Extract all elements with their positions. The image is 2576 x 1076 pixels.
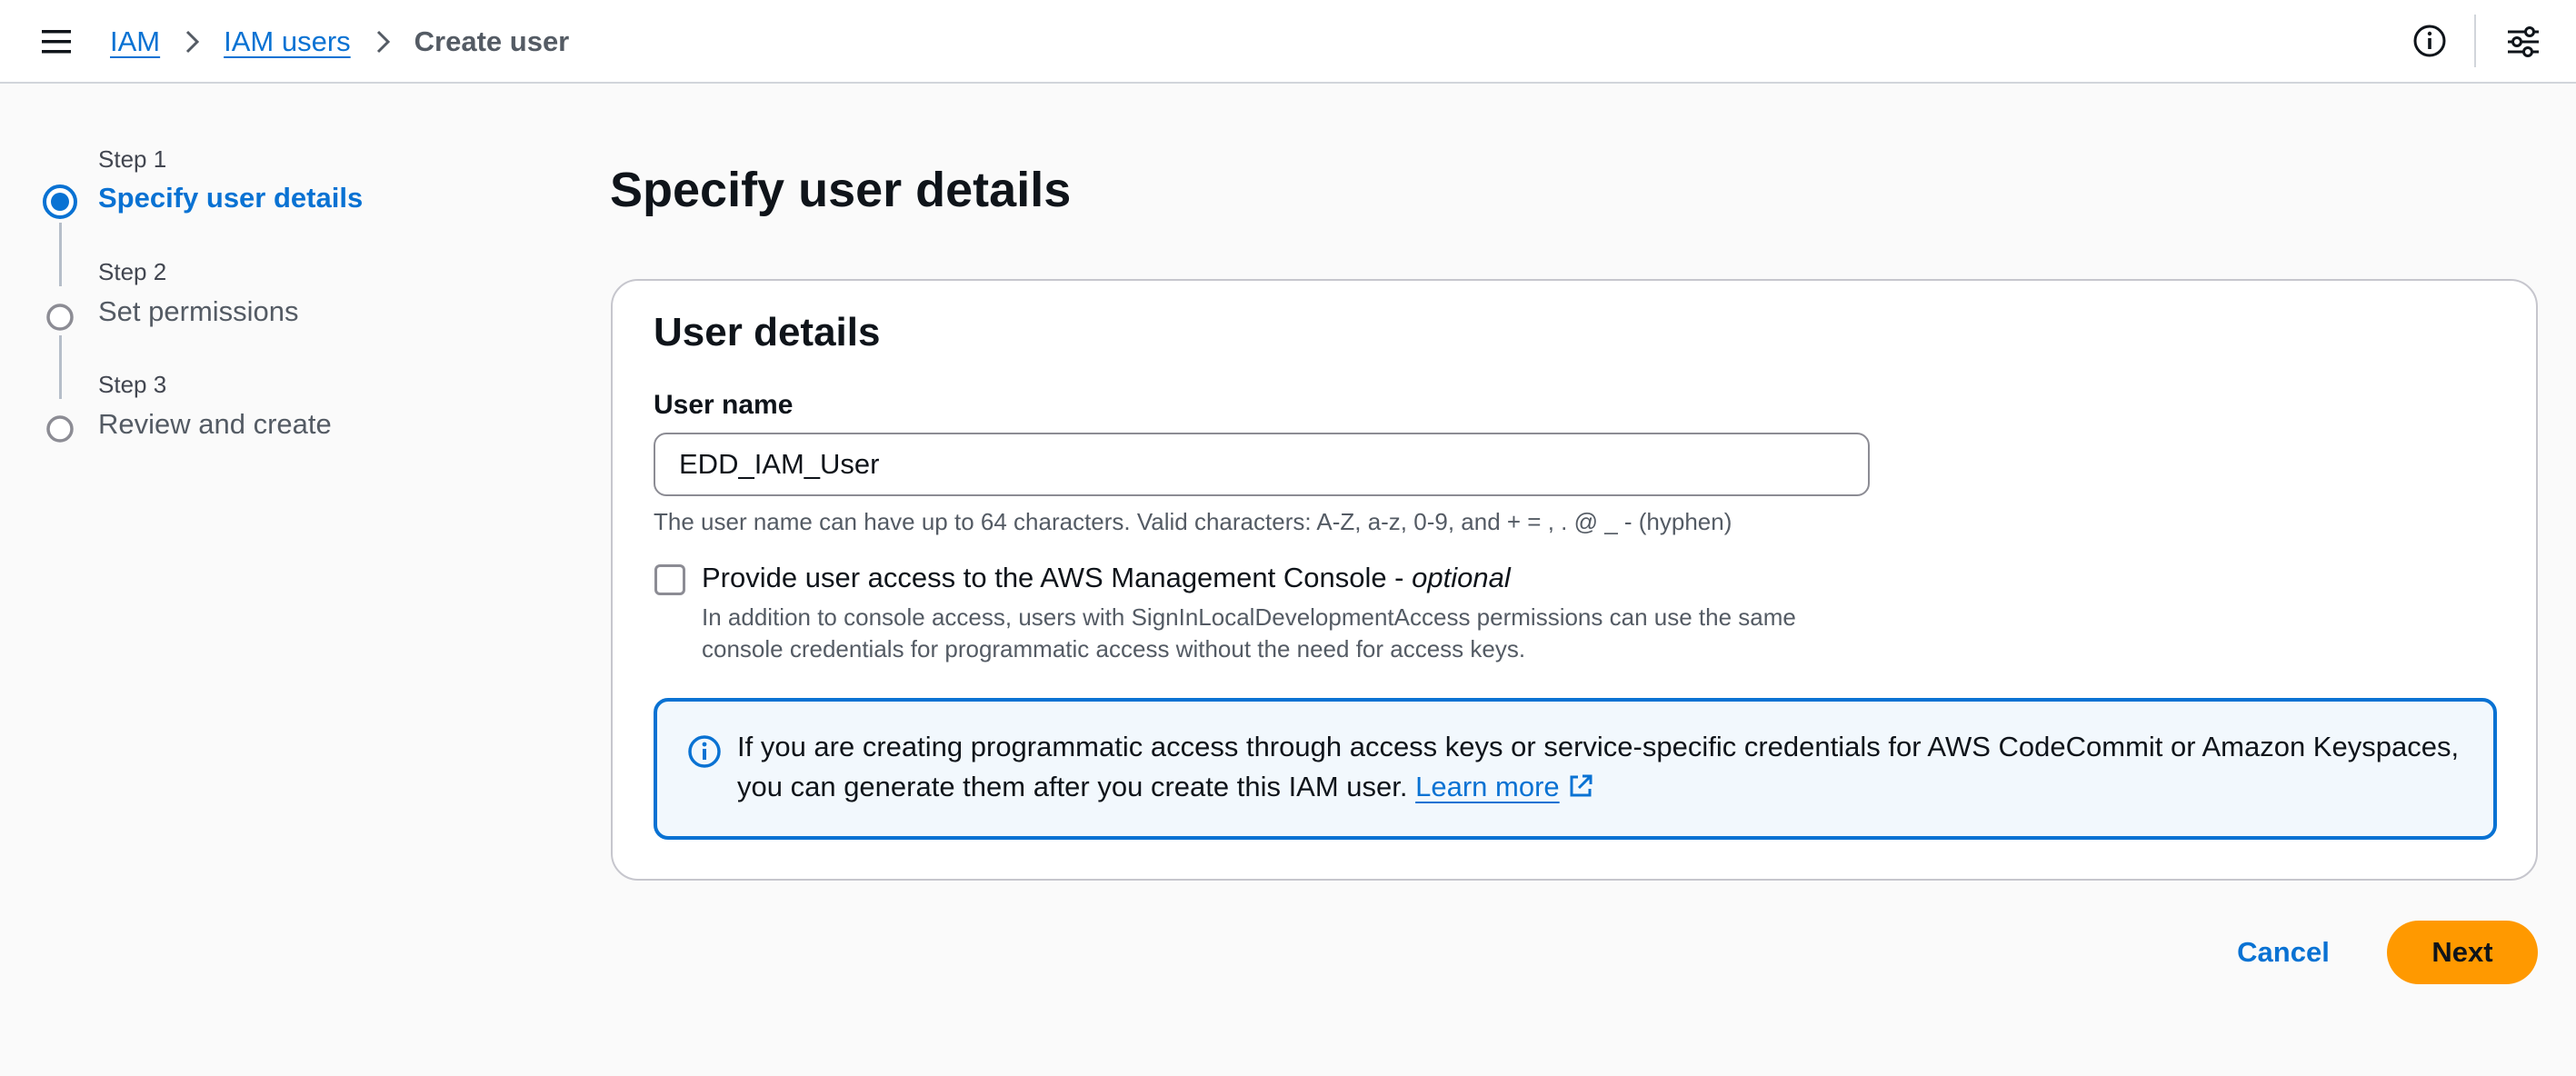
top-bar: IAM IAM users Create user (0, 0, 2576, 84)
learn-more-link[interactable]: Learn more (1415, 771, 1560, 802)
user-details-card: User details User name The user name can… (611, 279, 2538, 881)
step-2-title: Set permissions (98, 295, 299, 327)
step-connector (59, 223, 62, 286)
username-input[interactable] (654, 433, 1870, 496)
chevron-right-icon (351, 26, 414, 57)
step-1-number: Step 1 (98, 145, 167, 173)
step-pending-indicator-icon (42, 299, 78, 335)
username-constraint-hint: The user name can have up to 64 characte… (654, 508, 1732, 535)
step-3-number: Step 3 (98, 371, 167, 398)
cancel-button[interactable]: Cancel (2218, 921, 2349, 984)
header-divider (2474, 15, 2476, 67)
split-panel-settings-icon[interactable] (2505, 24, 2541, 60)
step-2-number: Step 2 (98, 258, 167, 285)
step-3-title: Review and create (98, 408, 332, 440)
external-link-icon[interactable] (1567, 771, 1594, 798)
breadcrumb-iam[interactable]: IAM (110, 25, 160, 58)
step-pending-indicator-icon (42, 411, 78, 447)
info-icon[interactable] (2412, 24, 2447, 58)
info-alert: If you are creating programmatic access … (654, 698, 2497, 840)
optional-tag: optional (1412, 562, 1511, 593)
breadcrumb-create-user: Create user (414, 25, 570, 57)
breadcrumb: IAM IAM users Create user (110, 0, 569, 84)
breadcrumb-iam-users[interactable]: IAM users (224, 25, 351, 58)
chevron-right-icon (160, 26, 224, 57)
step-1-title[interactable]: Specify user details (98, 182, 363, 214)
step-connector (59, 335, 62, 399)
hamburger-menu-icon[interactable] (40, 26, 73, 57)
username-label: User name (654, 390, 794, 420)
page-title: Specify user details (610, 163, 1072, 217)
info-icon (686, 733, 723, 770)
alert-message: If you are creating programmatic access … (737, 727, 2464, 807)
alert-text: If you are creating programmatic access … (737, 731, 2460, 802)
step-active-indicator-icon (42, 184, 78, 220)
console-access-description: In addition to console access, users wit… (702, 603, 1796, 663)
console-access-label[interactable]: Provide user access to the AWS Managemen… (702, 562, 1511, 594)
console-access-checkbox[interactable] (654, 564, 685, 595)
next-button[interactable]: Next (2387, 921, 2538, 984)
card-title: User details (654, 310, 881, 354)
console-access-label-text: Provide user access to the AWS Managemen… (702, 562, 1413, 593)
